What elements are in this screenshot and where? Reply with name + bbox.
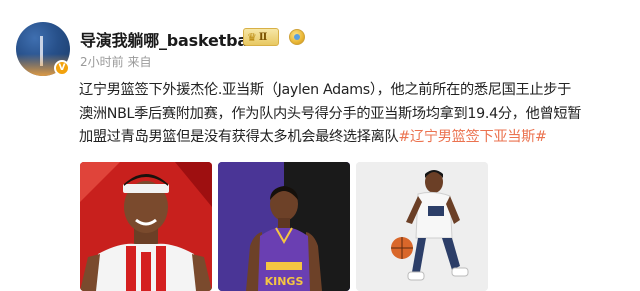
photo-player-dribbling[interactable] <box>356 162 488 291</box>
photo-player-kings-jersey[interactable]: KINGS <box>218 162 350 291</box>
level-text: Ⅱ <box>258 31 268 43</box>
post-text-line-3: 加盟过青岛男篮但是没有获得太多机会最终选择离队 <box>79 129 399 145</box>
medal-icon[interactable] <box>289 29 305 45</box>
post-time[interactable]: 2小时前 <box>80 55 124 69</box>
photo-player-red-jersey[interactable] <box>80 162 212 291</box>
post-via: 来自 <box>127 55 152 69</box>
crown-icon: ♛ <box>247 30 257 44</box>
verified-icon: V <box>54 60 70 76</box>
level-badge[interactable]: ♛ Ⅱ <box>243 28 279 46</box>
jersey-text: KINGS <box>265 275 304 288</box>
hashtag-link[interactable]: #辽宁男篮签下亚当斯# <box>398 129 546 145</box>
post-text: 辽宁男篮签下外援杰伦.亚当斯（Jaylen Adams），他之前所在的悉尼国王止… <box>79 79 627 150</box>
post-meta: 2小时前 来自 <box>80 53 151 70</box>
post-text-line-2: 澳洲NBL季后赛附加赛，作为队内头号得分手的亚当斯场均拿到19.4分，他曾短暂 <box>79 105 582 122</box>
post-text-line-1: 辽宁男篮签下外援杰伦.亚当斯（Jaylen Adams），他之前所在的悉尼国王止… <box>79 82 572 98</box>
username[interactable]: 导演我躺哪_basketball <box>80 27 259 51</box>
